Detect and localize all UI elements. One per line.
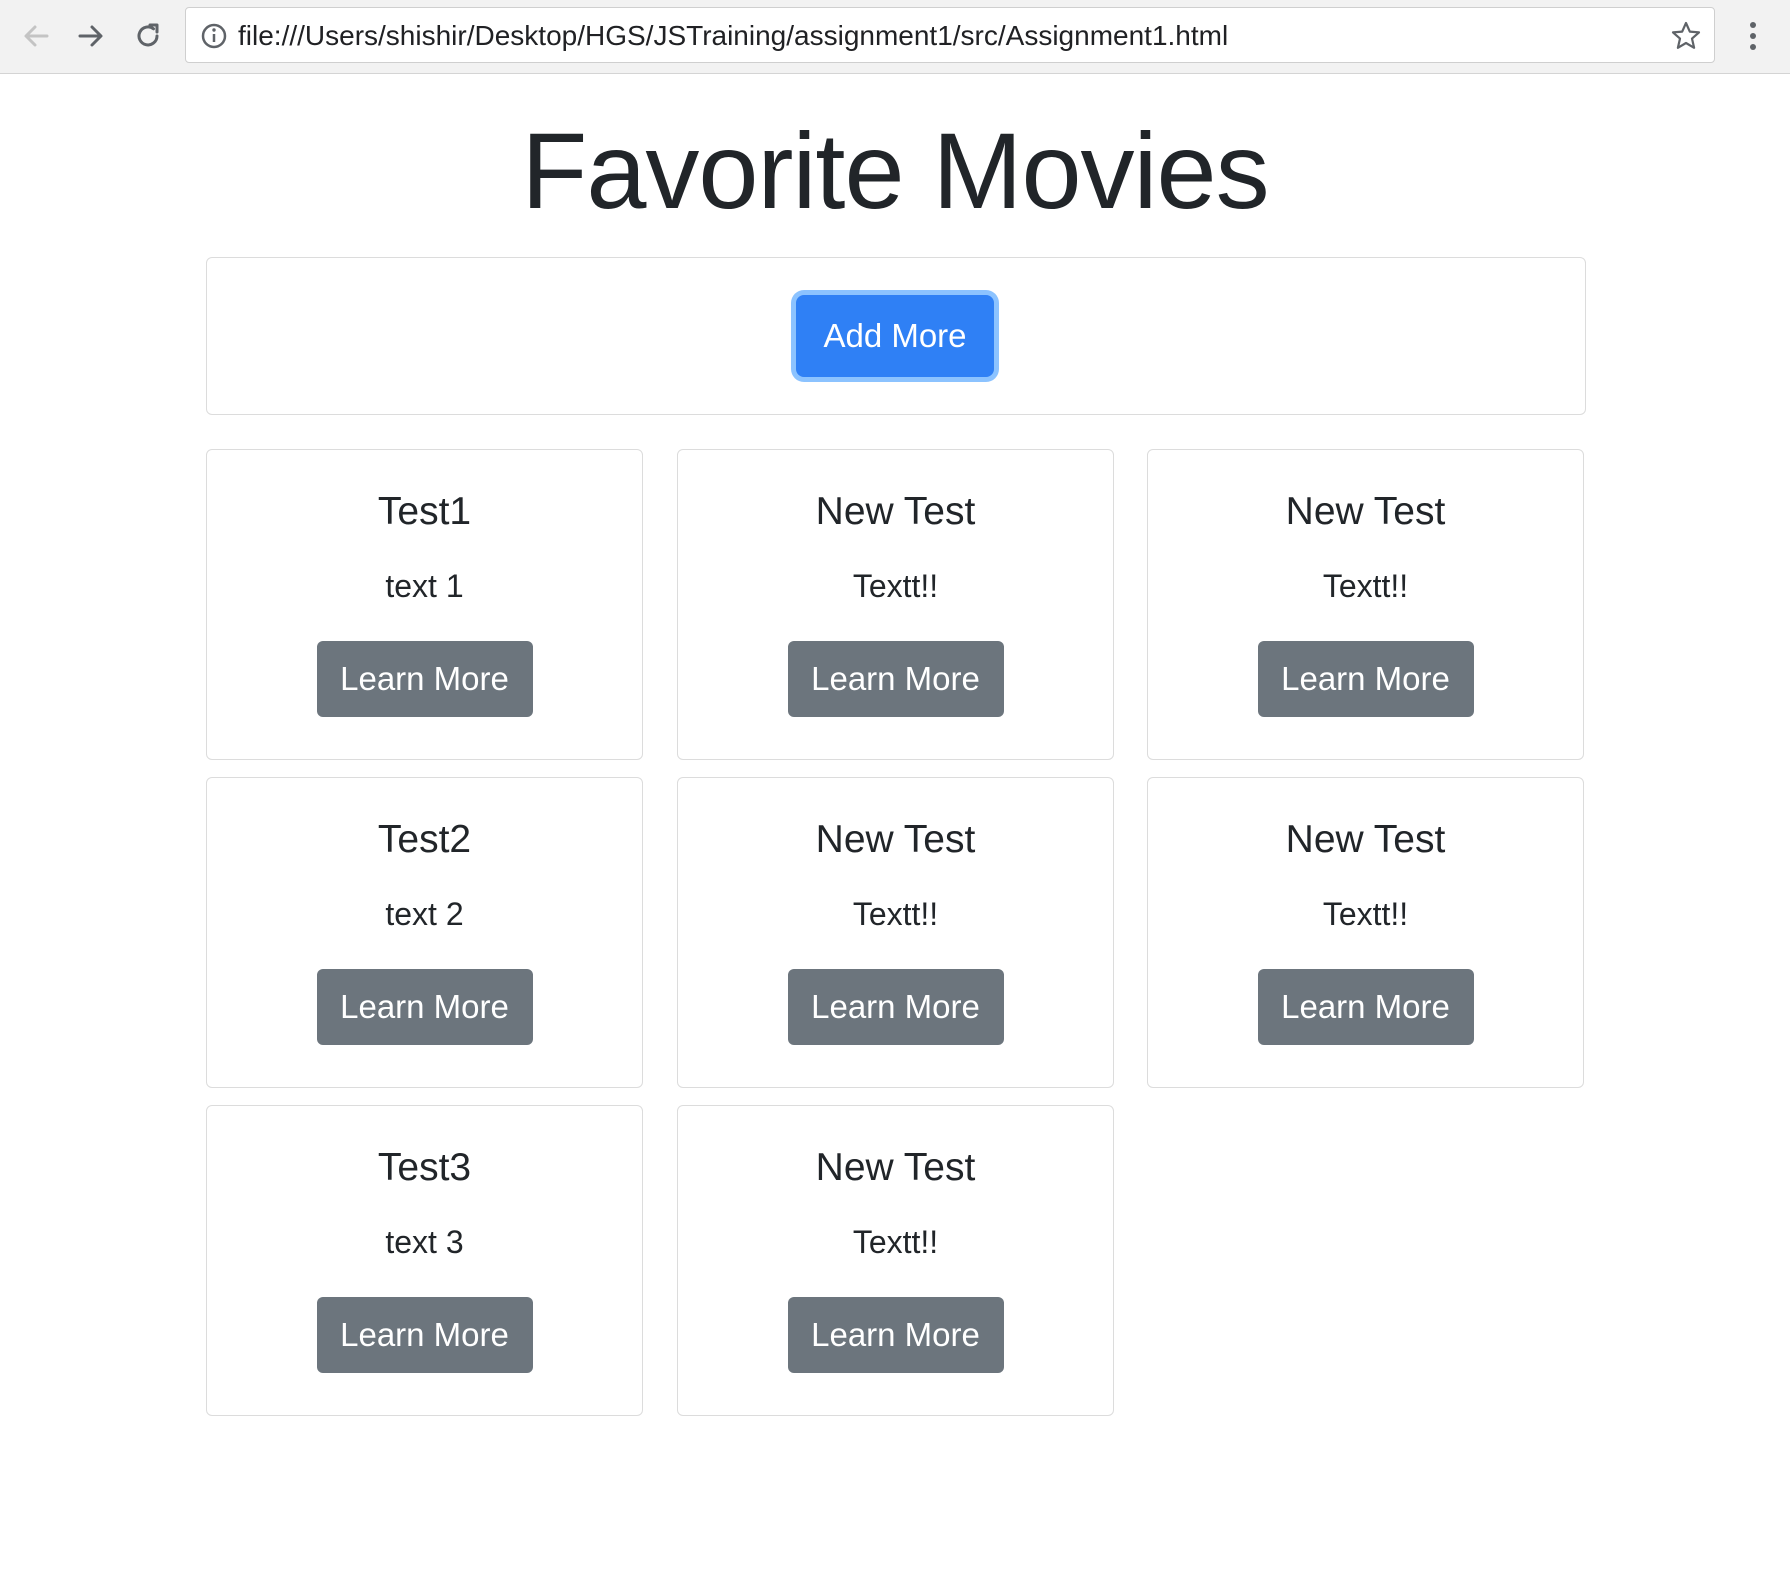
card-title: Test1 bbox=[377, 490, 472, 533]
learn-more-button[interactable]: Learn More bbox=[1257, 641, 1474, 717]
arrow-left-icon bbox=[24, 25, 49, 47]
learn-more-button[interactable]: Learn More bbox=[1257, 969, 1474, 1045]
learn-more-button[interactable]: Learn More bbox=[787, 969, 1004, 1045]
info-icon[interactable] bbox=[200, 22, 228, 50]
card-text: Textt!! bbox=[852, 1224, 939, 1260]
reload-button[interactable] bbox=[126, 14, 170, 58]
movie-card: Test3 text 3 Learn More bbox=[206, 1105, 643, 1416]
movie-card: New Test Textt!! Learn More bbox=[1147, 777, 1584, 1088]
card-text: Textt!! bbox=[1322, 568, 1409, 604]
learn-more-button[interactable]: Learn More bbox=[316, 969, 533, 1045]
learn-more-button[interactable]: Learn More bbox=[787, 1297, 1004, 1373]
card-text: Textt!! bbox=[852, 568, 939, 604]
reload-icon bbox=[137, 23, 159, 47]
movie-card: New Test Textt!! Learn More bbox=[677, 449, 1114, 760]
card-text: Textt!! bbox=[1322, 896, 1409, 932]
card-text: text 3 bbox=[385, 1224, 464, 1260]
movie-card: Test2 text 2 Learn More bbox=[206, 777, 643, 1088]
arrow-right-icon bbox=[78, 25, 103, 47]
card-title: New Test bbox=[815, 1146, 976, 1189]
card-text: text 1 bbox=[385, 568, 464, 604]
browser-toolbar: file:///Users/shishir/Desktop/HGS/JSTrai… bbox=[0, 0, 1790, 74]
address-bar[interactable]: file:///Users/shishir/Desktop/HGS/JSTrai… bbox=[185, 7, 1715, 63]
movie-card: New Test Textt!! Learn More bbox=[677, 777, 1114, 1088]
learn-more-button[interactable]: Learn More bbox=[316, 1297, 533, 1373]
movie-card: New Test Textt!! Learn More bbox=[1147, 449, 1584, 760]
movie-card: Test1 text 1 Learn More bbox=[206, 449, 643, 760]
card-title: New Test bbox=[1285, 490, 1446, 533]
star-icon[interactable] bbox=[1670, 20, 1702, 52]
learn-more-button[interactable]: Learn More bbox=[787, 641, 1004, 717]
movie-card: New Test Textt!! Learn More bbox=[677, 1105, 1114, 1416]
forward-button[interactable] bbox=[69, 14, 113, 58]
url-text[interactable]: file:///Users/shishir/Desktop/HGS/JSTrai… bbox=[238, 20, 1228, 52]
card-text: text 2 bbox=[385, 896, 464, 932]
card-title: Test3 bbox=[377, 1146, 472, 1189]
back-button[interactable] bbox=[14, 14, 58, 58]
learn-more-button[interactable]: Learn More bbox=[316, 641, 533, 717]
kebab-menu-icon[interactable] bbox=[1738, 16, 1768, 56]
card-text: Textt!! bbox=[852, 896, 939, 932]
card-title: Test2 bbox=[377, 818, 472, 861]
page-title: Favorite Movies bbox=[521, 110, 1269, 231]
card-title: New Test bbox=[1285, 818, 1446, 861]
card-title: New Test bbox=[815, 818, 976, 861]
card-title: New Test bbox=[815, 490, 976, 533]
add-more-button[interactable]: Add More bbox=[796, 295, 994, 377]
